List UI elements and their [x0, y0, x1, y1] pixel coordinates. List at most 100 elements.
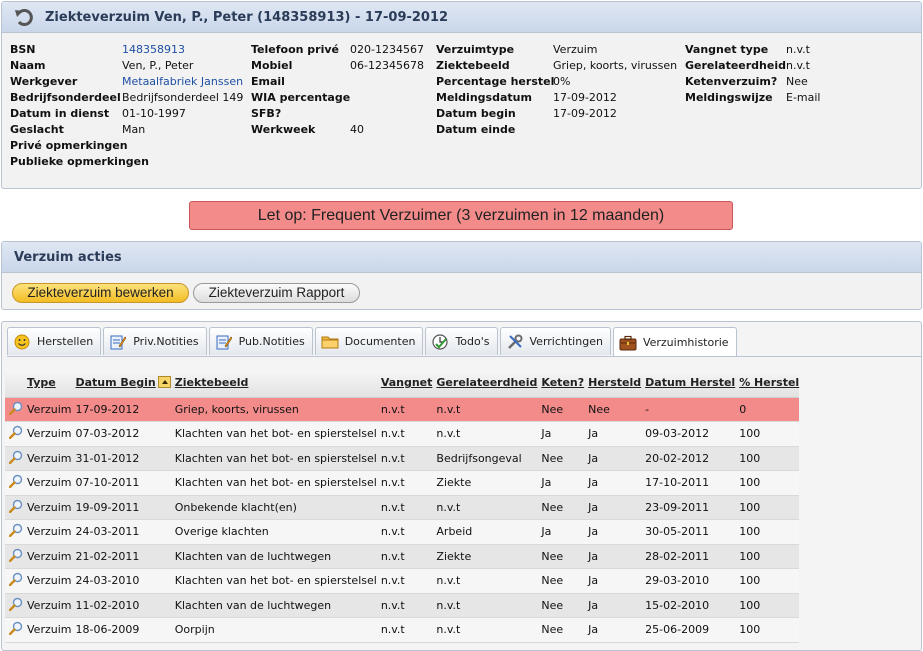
- sort-ascending-icon[interactable]: [157, 376, 171, 389]
- magnifier-icon[interactable]: [8, 523, 23, 538]
- prive-opmerkingen-label: Privé opmerkingen: [10, 139, 128, 152]
- cell-datum-herstel: 25-06-2009: [641, 617, 736, 643]
- table-row[interactable]: Verzuim 07-10-2011 Klachten van het bot- e…: [5, 470, 800, 496]
- row-view-cell: [5, 421, 23, 447]
- naam-label: Naam: [10, 59, 46, 72]
- cell-ziektebeeld: Klachten van het bot- en spierstelsel: [170, 446, 377, 471]
- row-view-cell: [5, 495, 23, 520]
- tools-icon: [506, 333, 524, 351]
- cell-type: Verzuim: [23, 470, 72, 496]
- geslacht-label: Geslacht: [10, 123, 64, 136]
- tab-herstellen[interactable]: Herstellen: [7, 327, 102, 355]
- tab-todos[interactable]: Todo's: [425, 327, 498, 355]
- magnifier-icon[interactable]: [8, 450, 23, 464]
- cell-keten: Nee: [537, 446, 585, 471]
- tab-divider: [7, 356, 921, 357]
- column-header-datum-begin[interactable]: Datum Begin: [71, 369, 171, 398]
- absence-actions-header: Verzuim acties: [2, 242, 921, 273]
- cell-keten: Ja: [537, 421, 585, 447]
- publieke-opmerkingen-label: Publieke opmerkingen: [10, 155, 149, 168]
- cell-vangnet: n.v.t: [376, 470, 433, 496]
- cell-hersteld: Ja: [584, 519, 642, 545]
- magnifier-icon[interactable]: [8, 474, 23, 489]
- magnifier-icon[interactable]: [8, 621, 23, 636]
- column-header-gerelateerdheid[interactable]: Gerelateerdheid: [432, 369, 538, 398]
- cell-ziektebeeld: Onbekende klacht(en): [170, 495, 377, 520]
- column-header-vangnet[interactable]: Vangnet: [376, 369, 433, 398]
- column-header-percentage-herstel[interactable]: % Herstel: [735, 369, 800, 398]
- magnifier-icon[interactable]: [8, 499, 23, 513]
- cell-hersteld: Nee: [584, 397, 642, 422]
- table-header-row: Type Datum Begin Ziektebeeld Vangnet Ger…: [5, 369, 800, 398]
- cell-percentage-herstel: 100: [735, 568, 800, 594]
- table-row[interactable]: Verzuim 21-02-2011 Klachten van de luchtwe…: [5, 544, 800, 569]
- bsn-link[interactable]: 148358913: [122, 42, 185, 58]
- cell-type: Verzuim: [23, 421, 72, 447]
- table-row[interactable]: Verzuim 07-03-2012 Klachten van het bot- e…: [5, 421, 800, 447]
- cell-gerelateerdheid: n.v.t: [432, 421, 538, 447]
- column-header-ziektebeeld[interactable]: Ziektebeeld: [170, 369, 377, 398]
- datum-begin-label: Datum begin: [436, 107, 516, 120]
- cell-keten: Ja: [537, 470, 585, 496]
- tab-documenten[interactable]: Documenten: [314, 327, 424, 355]
- cell-vangnet: n.v.t: [376, 568, 433, 594]
- bedrijfsonderdeel-value: Bedrijfsonderdeel 149: [122, 91, 244, 104]
- cell-datum-begin: 17-09-2012: [71, 397, 171, 422]
- magnifier-icon[interactable]: [8, 597, 23, 611]
- tab-verzuimhistorie[interactable]: Verzuimhistorie: [612, 327, 737, 357]
- cell-datum-herstel: 20-02-2012: [641, 446, 736, 471]
- percentage-herstel-label: Percentage herstel: [436, 75, 555, 88]
- cell-datum-begin: 31-01-2012: [71, 446, 171, 471]
- werkweek-label: Werkweek: [251, 123, 316, 136]
- table-row[interactable]: Verzuim 11-02-2010 Klachten van de luchtwe…: [5, 593, 800, 618]
- cell-datum-herstel: 09-03-2012: [641, 421, 736, 447]
- table-row[interactable]: Verzuim 18-06-2009 Oorpijn n.v.t n.v.t Nee Ja 2…: [5, 617, 800, 643]
- tab-verrichtingen[interactable]: Verrichtingen: [499, 327, 611, 355]
- edit-absence-button[interactable]: Ziekteverzuim bewerken: [12, 283, 189, 303]
- cell-datum-begin: 19-09-2011: [71, 495, 171, 520]
- cell-percentage-herstel: 100: [735, 421, 800, 447]
- column-header-type[interactable]: Type: [23, 369, 72, 398]
- table-row[interactable]: Verzuim 24-03-2010 Klachten van het bot- e…: [5, 568, 800, 594]
- cell-gerelateerdheid: n.v.t: [432, 397, 538, 422]
- magnifier-icon[interactable]: [8, 401, 23, 415]
- cell-gerelateerdheid: Bedrijfsongeval: [432, 446, 538, 471]
- cell-keten: Nee: [537, 568, 585, 594]
- cell-datum-begin: 07-03-2012: [71, 421, 171, 447]
- cell-ziektebeeld: Klachten van de luchtwegen: [170, 593, 377, 618]
- table-row[interactable]: Verzuim 24-03-2011 Overige klachten n.v.t Ar…: [5, 519, 800, 545]
- magnifier-icon[interactable]: [8, 425, 23, 440]
- cell-gerelateerdheid: n.v.t: [432, 617, 538, 643]
- cell-type: Verzuim: [23, 544, 72, 569]
- cell-ziektebeeld: Klachten van het bot- en spierstelsel: [170, 568, 377, 594]
- column-header-keten[interactable]: Keten?: [537, 369, 585, 398]
- cell-hersteld: Ja: [584, 470, 642, 496]
- tab-priv-notities[interactable]: Priv.Notities: [103, 327, 207, 355]
- magnifier-icon[interactable]: [8, 548, 23, 562]
- tab-pub-notities[interactable]: Pub.Notities: [208, 327, 313, 355]
- table-row[interactable]: Verzuim 17-09-2012 Griep, koorts, virussen…: [5, 397, 800, 422]
- wia-label: WIA percentage: [251, 91, 351, 104]
- absence-report-button[interactable]: Ziekteverzuim Rapport: [193, 283, 360, 303]
- column-header-hersteld[interactable]: Hersteld: [584, 369, 642, 398]
- table-row[interactable]: Verzuim 31-01-2012 Klachten van het bot- e…: [5, 446, 800, 471]
- tab-documenten-label: Documenten: [344, 335, 416, 348]
- cell-type: Verzuim: [23, 495, 72, 520]
- cell-type: Verzuim: [23, 446, 72, 471]
- table-row[interactable]: Verzuim 19-09-2011 Onbekende klacht(en) n.v…: [5, 495, 800, 520]
- cell-hersteld: Ja: [584, 593, 642, 618]
- mobiel-value: 06-12345678: [350, 59, 424, 72]
- cell-hersteld: Ja: [584, 446, 642, 471]
- cell-ziektebeeld: Klachten van de luchtwegen: [170, 544, 377, 569]
- undo-back-icon[interactable]: [14, 7, 34, 27]
- cell-hersteld: Ja: [584, 421, 642, 447]
- tab-bar: Herstellen Priv.Notities Pub.Notities Do…: [7, 327, 739, 357]
- row-view-cell: [5, 397, 23, 422]
- datum-begin-header-label: Datum Begin: [75, 376, 156, 390]
- column-header-datum-herstel[interactable]: Datum Herstel: [641, 369, 736, 398]
- row-view-cell: [5, 568, 23, 594]
- row-view-cell: [5, 617, 23, 643]
- cell-percentage-herstel: 100: [735, 519, 800, 545]
- werkgever-link[interactable]: Metaalfabriek Janssen: [122, 74, 243, 90]
- magnifier-icon[interactable]: [8, 572, 23, 587]
